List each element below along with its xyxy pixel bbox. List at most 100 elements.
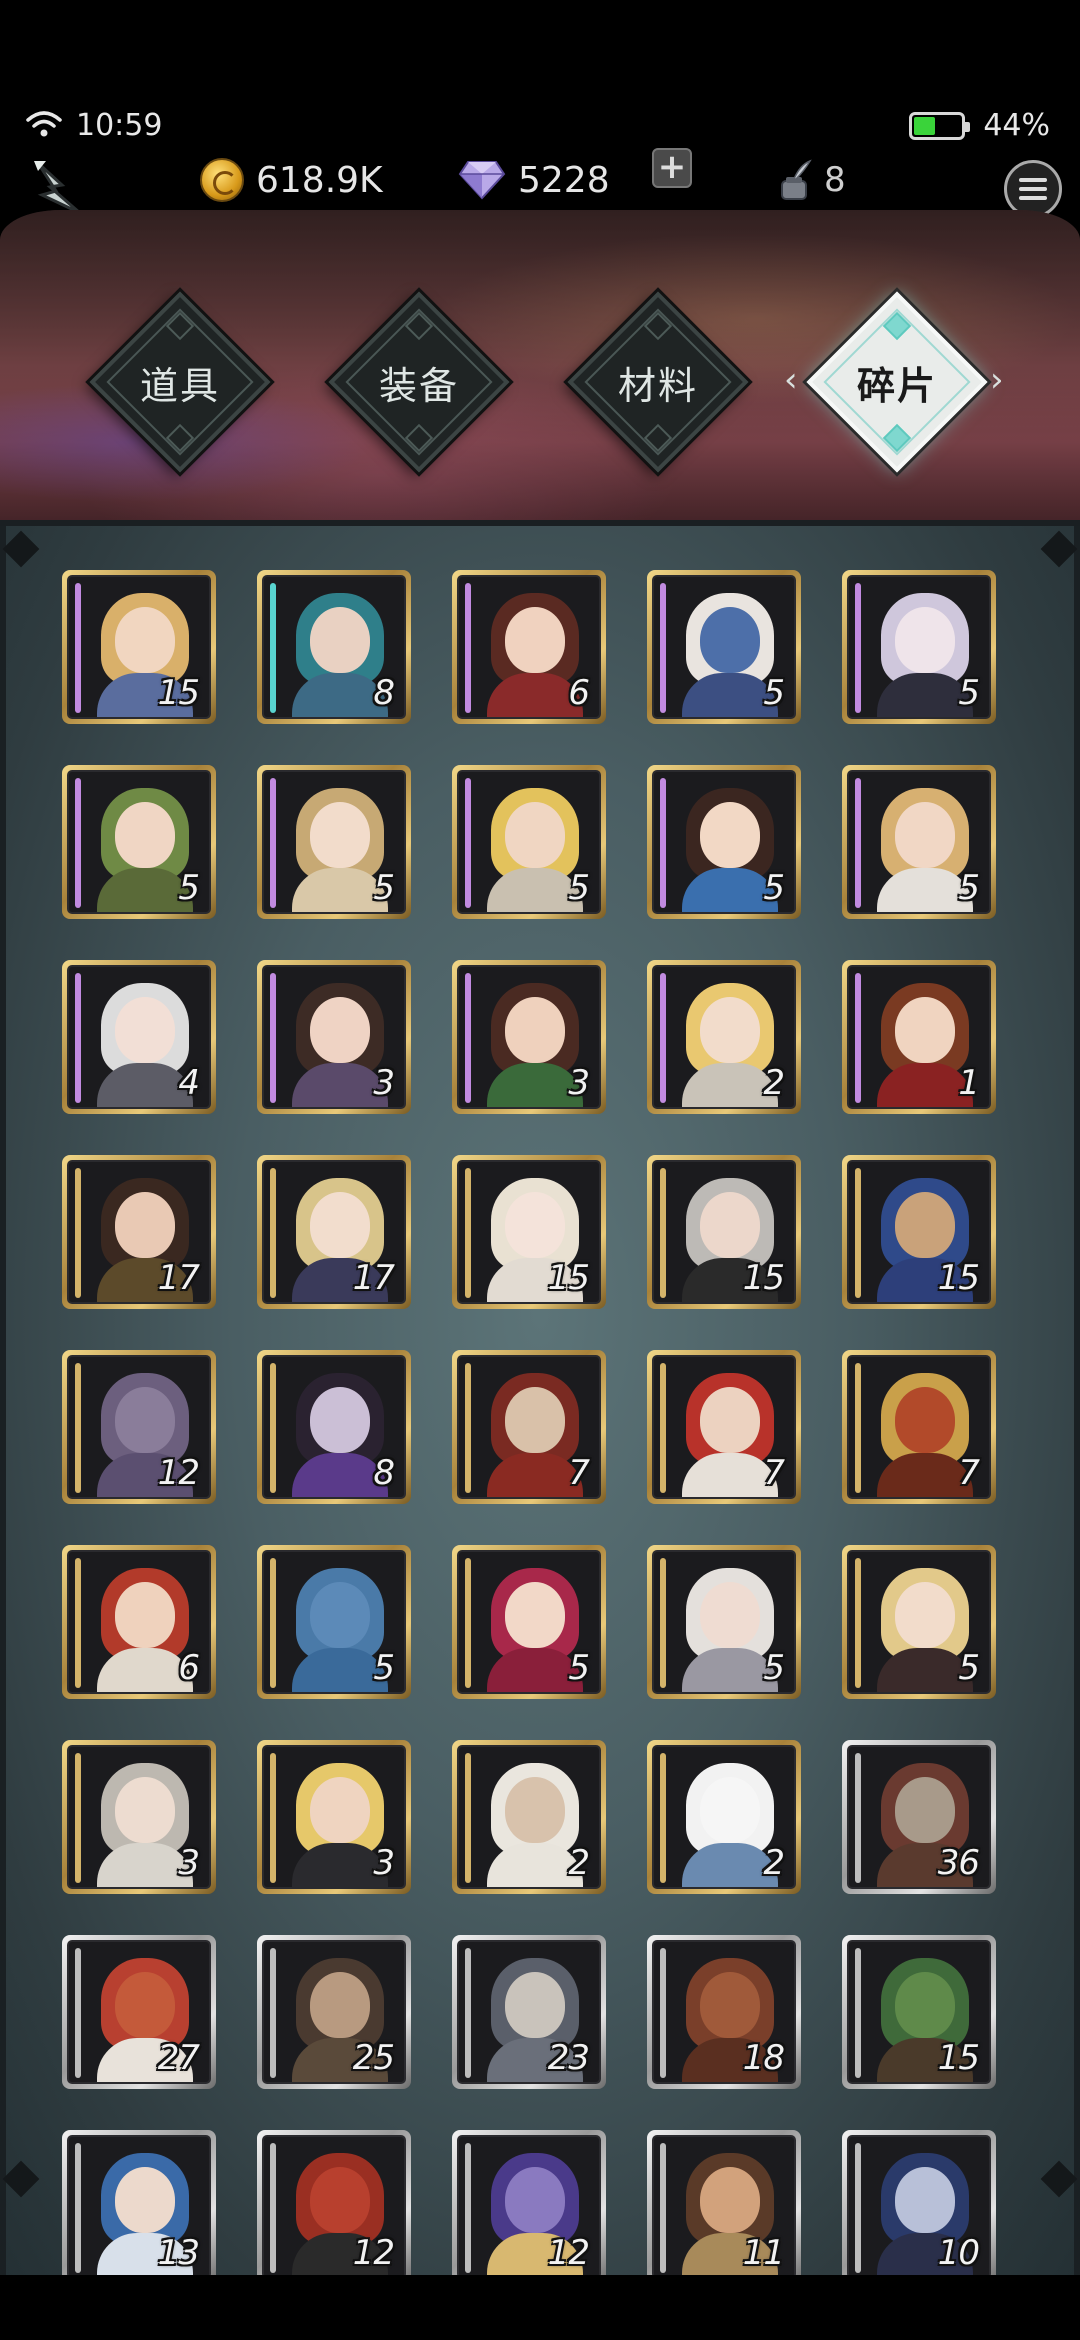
fragment-count: 10 — [937, 2233, 980, 2273]
fragment-card[interactable]: 5 — [647, 570, 801, 724]
fragment-count: 27 — [157, 2038, 200, 2078]
fragment-count: 36 — [937, 1843, 980, 1883]
fragment-card[interactable]: 5 — [62, 765, 216, 919]
fragment-card[interactable]: 17 — [257, 1155, 411, 1309]
wifi-icon — [26, 110, 62, 142]
fragment-card[interactable]: 7 — [842, 1350, 996, 1504]
fragment-card[interactable]: 23 — [452, 1935, 606, 2089]
rarity-edge — [270, 583, 276, 713]
fragment-card[interactable]: 25 — [257, 1935, 411, 2089]
fragment-card[interactable]: 5 — [842, 765, 996, 919]
fragment-card[interactable]: 8 — [257, 1350, 411, 1504]
portrait-face — [700, 2167, 760, 2233]
fragment-card[interactable]: 5 — [257, 1545, 411, 1699]
fragment-card-inner: 7 — [652, 1355, 796, 1499]
fragment-card-inner: 5 — [652, 1550, 796, 1694]
gem-counter: 5228 — [458, 145, 610, 215]
fragment-count: 2 — [568, 1843, 590, 1883]
rarity-edge — [660, 2143, 666, 2273]
fragment-card[interactable]: 12 — [452, 2130, 606, 2284]
rarity-edge — [465, 1753, 471, 1883]
fragment-inventory-panel[interactable]: 15 8 6 5 5 5 5 5 5 5 4 3 3 2 1 17 17 15 15 15 12 8 7 7 7 6 5 5 5 5 3 3 2… — [0, 520, 1080, 2284]
tab-label: 装备 — [378, 363, 459, 408]
portrait-face — [505, 997, 565, 1063]
gold-amount: 618.9K — [256, 159, 383, 201]
fragment-card[interactable]: 6 — [62, 1545, 216, 1699]
tab-materials[interactable]: 材料 — [567, 291, 749, 473]
fragment-count: 2 — [763, 1843, 785, 1883]
fragment-card[interactable]: 5 — [647, 765, 801, 919]
fragment-card[interactable]: 2 — [452, 1740, 606, 1894]
ink-amount: 8 — [824, 160, 846, 200]
ink-quill-icon — [781, 159, 812, 200]
tab-items[interactable]: 道具 — [89, 291, 271, 473]
fragment-card[interactable]: 6 — [452, 570, 606, 724]
rarity-edge — [660, 583, 666, 713]
portrait-face — [115, 1777, 175, 1843]
chevron-right-icon: › — [990, 360, 1004, 400]
corner-ornament-icon — [2, 530, 40, 568]
fragment-card[interactable]: 17 — [62, 1155, 216, 1309]
fragment-card[interactable]: 15 — [647, 1155, 801, 1309]
fragment-card[interactable]: 5 — [257, 765, 411, 919]
rarity-edge — [855, 973, 861, 1103]
fragment-card[interactable]: 7 — [452, 1350, 606, 1504]
portrait-face — [310, 802, 370, 868]
fragment-card[interactable]: 5 — [647, 1545, 801, 1699]
fragment-count: 8 — [373, 673, 395, 713]
fragment-count: 5 — [373, 1648, 395, 1688]
fragment-card[interactable]: 12 — [62, 1350, 216, 1504]
status-left: 10:59 — [26, 108, 162, 143]
portrait-face — [895, 607, 955, 673]
rarity-edge — [855, 1753, 861, 1883]
rarity-edge — [75, 583, 81, 713]
fragment-count: 15 — [937, 1258, 980, 1298]
fragment-card[interactable]: 15 — [842, 1155, 996, 1309]
fragment-card[interactable]: 11 — [647, 2130, 801, 2284]
fragment-card-inner: 5 — [652, 770, 796, 914]
portrait-face — [505, 1972, 565, 2038]
rarity-edge — [270, 973, 276, 1103]
rarity-edge — [465, 1168, 471, 1298]
fragment-card[interactable]: 5 — [842, 570, 996, 724]
rarity-edge — [855, 583, 861, 713]
fragment-card[interactable]: 5 — [452, 1545, 606, 1699]
fragment-card[interactable]: 15 — [452, 1155, 606, 1309]
fragment-card[interactable]: 5 — [842, 1545, 996, 1699]
fragment-card[interactable]: 2 — [647, 1740, 801, 1894]
fragment-card[interactable]: 18 — [647, 1935, 801, 2089]
fragment-card[interactable]: 3 — [452, 960, 606, 1114]
fragment-card[interactable]: 7 — [647, 1350, 801, 1504]
fragment-card[interactable]: 8 — [257, 570, 411, 724]
tab-equipment[interactable]: 装备 — [328, 291, 510, 473]
fragment-card-inner: 2 — [652, 965, 796, 1109]
fragment-card[interactable]: 3 — [257, 1740, 411, 1894]
fragment-card[interactable]: 3 — [62, 1740, 216, 1894]
fragment-card[interactable]: 1 — [842, 960, 996, 1114]
fragment-card[interactable]: 36 — [842, 1740, 996, 1894]
fragment-count: 5 — [958, 673, 980, 713]
portrait-face — [310, 607, 370, 673]
rarity-edge — [660, 778, 666, 908]
hamburger-menu-icon — [1019, 178, 1047, 182]
fragment-card[interactable]: 3 — [257, 960, 411, 1114]
fragment-card[interactable]: 2 — [647, 960, 801, 1114]
fragment-card[interactable]: 4 — [62, 960, 216, 1114]
portrait-face — [895, 1972, 955, 2038]
fragment-count: 17 — [157, 1258, 200, 1298]
fragment-count: 8 — [373, 1453, 395, 1493]
corner-ornament-icon — [1040, 530, 1078, 568]
battery-percent: 44% — [983, 108, 1050, 143]
fragment-card[interactable]: 13 — [62, 2130, 216, 2284]
fragment-card-inner: 8 — [262, 1355, 406, 1499]
fragment-card[interactable]: 12 — [257, 2130, 411, 2284]
fragment-card[interactable]: 5 — [452, 765, 606, 919]
fragment-card[interactable]: 15 — [842, 1935, 996, 2089]
fragment-card[interactable]: 27 — [62, 1935, 216, 2089]
tab-fragments[interactable]: 碎片 — [806, 291, 988, 473]
add-gems-button[interactable]: + — [652, 148, 692, 188]
fragment-count: 12 — [157, 1453, 200, 1493]
portrait-face — [115, 1192, 175, 1258]
fragment-card[interactable]: 15 — [62, 570, 216, 724]
fragment-card[interactable]: 10 — [842, 2130, 996, 2284]
